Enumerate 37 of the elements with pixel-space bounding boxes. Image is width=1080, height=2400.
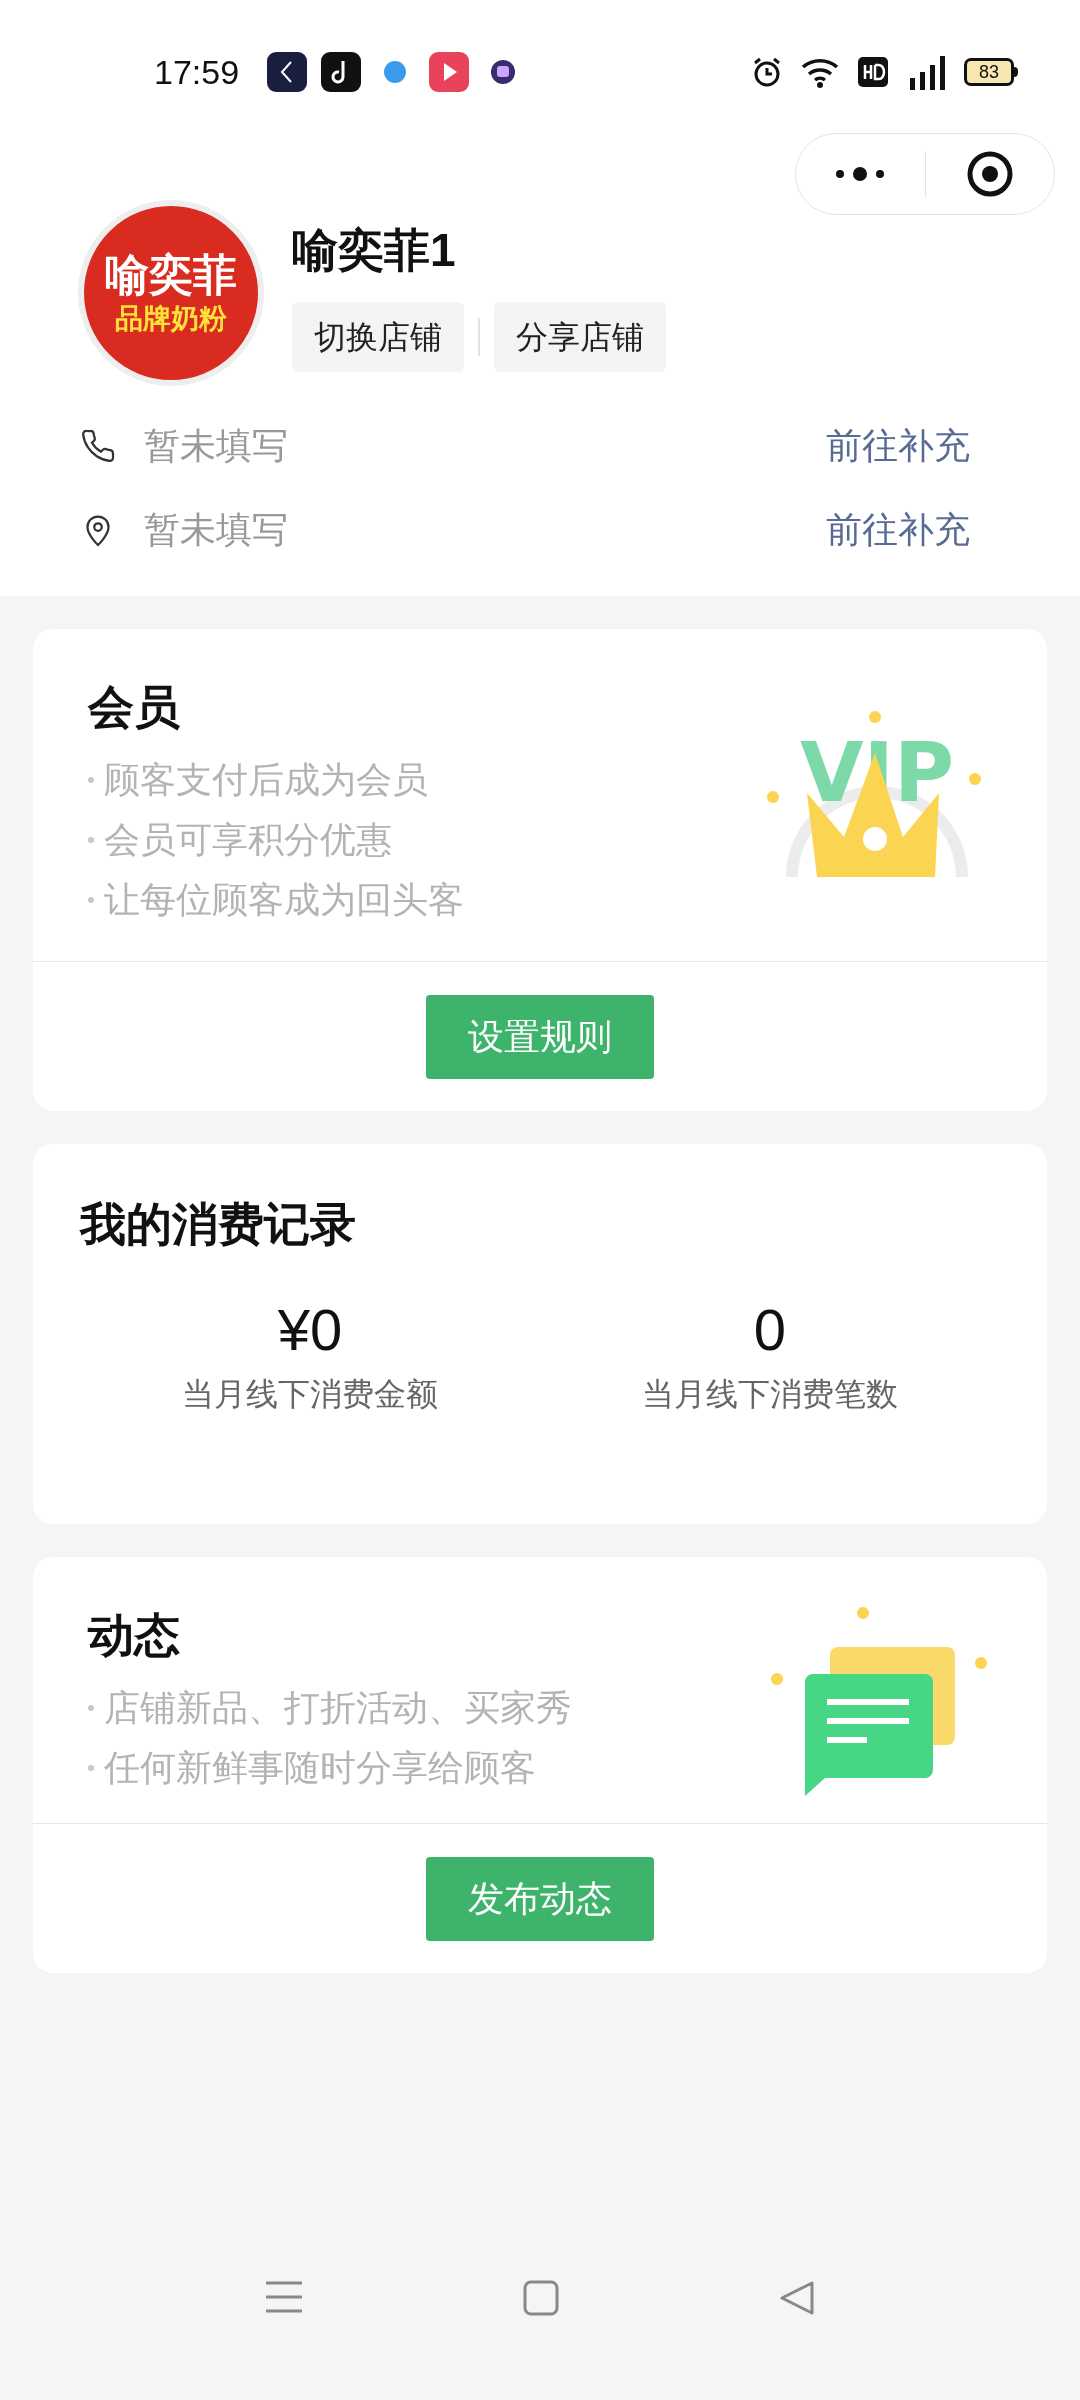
fill-in-link[interactable]: 前往补充 <box>826 503 970 557</box>
shop-action-button[interactable]: 分享店铺 <box>494 302 666 372</box>
app-play-icon <box>429 52 470 92</box>
bullet-dot-icon <box>88 777 94 783</box>
card-title: 会员 <box>88 680 181 735</box>
app-note-icon <box>321 52 362 92</box>
battery-indicator: 83 <box>964 58 1018 86</box>
status-time: 17:59 <box>154 51 240 93</box>
menu-icon[interactable] <box>265 2280 303 2314</box>
feature-text: 店铺新品、打折活动、买家秀 <box>104 1686 572 1730</box>
home-square-icon[interactable] <box>523 2280 559 2316</box>
app-chevron-icon <box>267 52 308 92</box>
bullet-dot-icon <box>88 837 94 843</box>
shop-logo: 喻奕菲 品牌奶粉 <box>78 200 264 386</box>
info-value: 暂未填写 <box>144 424 288 468</box>
feature-text: 顾客支付后成为会员 <box>104 758 428 802</box>
card-title: 我的消费记录 <box>80 1197 357 1252</box>
bullet-dot-icon <box>88 897 94 903</box>
card-title: 动态 <box>88 1608 181 1663</box>
feature-text: 让每位顾客成为回头客 <box>104 878 464 922</box>
feature-text: 会员可享积分优惠 <box>104 818 392 862</box>
publish-post-button[interactable]: 发布动态 <box>426 1856 654 1941</box>
hd-icon <box>858 57 888 87</box>
info-value: 暂未填写 <box>144 508 288 552</box>
stat-label: 当月线下消费金额 <box>182 1375 438 1414</box>
stat-value: ¥0 <box>277 1296 343 1364</box>
shop-action-button[interactable]: 切换店铺 <box>292 302 464 372</box>
bullet-dot-icon <box>88 1765 94 1771</box>
fill-in-link[interactable]: 前往补充 <box>826 419 970 473</box>
stat-label: 当月线下消费笔数 <box>642 1375 898 1414</box>
stat-value: 0 <box>753 1296 787 1364</box>
feature-text: 任何新鲜事随时分享给顾客 <box>104 1746 536 1790</box>
shop-name: 喻奕菲1 <box>292 223 457 278</box>
set-rules-button[interactable]: 设置规则 <box>426 994 654 1079</box>
phone-icon <box>80 428 116 464</box>
bullet-dot-icon <box>88 1705 94 1711</box>
back-triangle-icon[interactable] <box>779 2280 815 2316</box>
